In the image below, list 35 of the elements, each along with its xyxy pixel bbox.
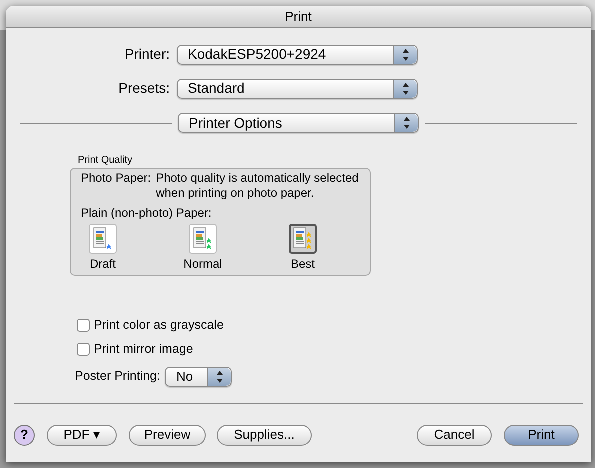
document-stars-icon: [92, 227, 114, 251]
push-button[interactable]: Preview: [129, 424, 206, 446]
push-button[interactable]: Supplies...: [217, 424, 312, 446]
quality-button[interactable]: [189, 224, 217, 254]
field-label: Plain (non-photo) Paper:: [81, 205, 213, 222]
option-label: Best: [290, 256, 315, 273]
description-text: Photo quality is automatically selected when printing on photo paper.: [156, 171, 360, 201]
checkbox-label: Print mirror image: [94, 340, 194, 358]
stepper-arrows-icon: [207, 368, 232, 386]
option-label: Normal: [184, 256, 222, 273]
help-button[interactable]: ?: [14, 424, 35, 446]
stepper-arrows-icon: [394, 114, 418, 132]
popup-menu[interactable]: No: [165, 366, 232, 386]
checkbox[interactable]: [77, 318, 90, 332]
field-label: Presets:: [118, 79, 171, 98]
stepper-arrows-icon: [393, 46, 417, 64]
push-button[interactable]: Cancel: [417, 424, 492, 446]
quality-button[interactable]: [89, 224, 117, 254]
field-label: Poster Printing:: [75, 368, 160, 386]
window-title: Print: [285, 8, 312, 26]
pdf-menu-button[interactable]: PDF ▾: [47, 424, 117, 446]
field-label: Photo Paper:: [81, 171, 152, 187]
default-button[interactable]: Print: [504, 424, 579, 446]
document-stars-icon: [192, 227, 214, 251]
popup-menu[interactable]: KodakESP5200+2924: [177, 44, 418, 64]
quality-button[interactable]: [289, 224, 317, 254]
popup-menu[interactable]: Standard: [177, 78, 418, 98]
checkbox[interactable]: [77, 342, 90, 356]
stepper-arrows-icon: [393, 80, 417, 98]
checkbox-label: Print color as grayscale: [94, 317, 224, 334]
popup-menu[interactable]: Printer Options: [178, 113, 419, 133]
option-label: Draft: [90, 256, 116, 273]
document-stars-icon: [292, 227, 314, 251]
field-label: Printer:: [124, 45, 171, 64]
group-title: Print Quality: [78, 154, 132, 168]
